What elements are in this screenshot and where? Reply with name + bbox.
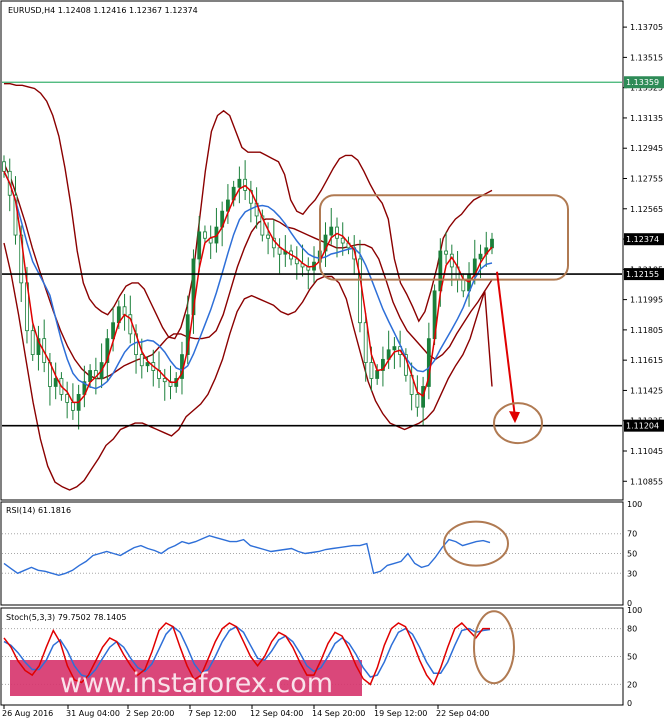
candle-body [478, 253, 483, 260]
candle-body [490, 238, 494, 249]
price-chart-title: EURUSD,H4 1.12408 1.12416 1.12367 1.1237… [8, 6, 198, 15]
stoch-axis-label: 20 [627, 680, 637, 689]
candle-body [53, 378, 58, 387]
price-axis: 1.137051.135151.133251.131351.129451.127… [623, 23, 664, 486]
candle-body [122, 306, 127, 316]
x-axis-label: 2 Sep 20:00 [126, 709, 174, 718]
x-axis-label: 19 Sep 12:00 [374, 709, 427, 718]
stoch-title: Stoch(5,3,3) 79.7502 78.1405 [6, 613, 126, 622]
watermark: www.instaforex.com [60, 668, 333, 699]
x-axis-label: 22 Sep 04:00 [436, 709, 489, 718]
price-tag-label-resistance: 1.13359 [626, 78, 659, 87]
rsi-axis-label: 100 [627, 500, 642, 509]
candle-body [2, 161, 6, 172]
candle-body [162, 378, 167, 383]
price-pane: EURUSD,H4 1.12408 1.12416 1.12367 1.1237… [0, 0, 624, 501]
x-axis-label: 14 Sep 20:00 [312, 709, 365, 718]
candle-body [145, 362, 150, 367]
candle-body [415, 394, 420, 408]
candle-body [139, 354, 144, 367]
candle-body [375, 370, 380, 379]
price-axis-label: 1.13135 [630, 114, 663, 123]
rsi-axis-label: 30 [627, 569, 637, 578]
candle-body [266, 234, 270, 239]
stoch-axis-label: 80 [627, 625, 637, 634]
price-tag-label-current: 1.12374 [626, 235, 659, 244]
candle-body [369, 362, 374, 379]
x-axis: 26 Aug 2016 31 Aug 04:00 2 Sep 20:00 7 Sep … [2, 705, 489, 718]
stoch-axis-label: 100 [627, 606, 642, 615]
price-tag-label-support-lower: 1.11204 [626, 422, 659, 431]
price-axis-label: 1.11615 [630, 356, 663, 365]
stoch-axis: 100 80 50 20 0 [627, 606, 642, 708]
stoch-axis-label: 50 [627, 653, 637, 662]
candle-body [88, 370, 93, 383]
candle-body [65, 394, 70, 403]
rsi-axis: 1007050300 [627, 500, 642, 608]
price-tag-label-support-upper: 1.12155 [626, 270, 659, 279]
stoch-pane: Stoch(5,3,3) 79.7502 78.1405 www.instafo… [0, 607, 624, 706]
candle-body [363, 322, 368, 363]
candle-body [444, 250, 448, 255]
candle-body [203, 231, 207, 239]
x-axis-label: 7 Sep 12:00 [188, 709, 236, 718]
price-axis-label: 1.11045 [630, 447, 663, 456]
price-axis-label: 1.13705 [630, 23, 663, 32]
x-axis-label: 31 Aug 04:00 [66, 709, 120, 718]
price-axis-label: 1.12565 [630, 205, 663, 214]
candle-body [237, 178, 242, 188]
candle-body [70, 401, 75, 411]
rsi-axis-label: 70 [627, 530, 637, 539]
candle-body [340, 237, 345, 244]
rsi-axis-label: 50 [627, 550, 637, 559]
price-axis-label: 1.12945 [630, 144, 663, 153]
price-axis-label: 1.11995 [630, 296, 663, 305]
price-axis-label: 1.10855 [630, 477, 663, 486]
price-axis-label: 1.12755 [630, 174, 663, 183]
rsi-title: RSI(14) 61.1816 [6, 506, 71, 515]
stoch-axis-label: 0 [627, 699, 632, 708]
chart-root: EURUSD,H4 1.12408 1.12416 1.12367 1.1237… [0, 0, 664, 718]
candle-body [392, 346, 397, 351]
candle-body [277, 247, 282, 255]
candle-body [30, 330, 35, 355]
x-axis-label: 12 Sep 04:00 [250, 709, 303, 718]
price-axis-label: 1.13515 [630, 53, 663, 62]
price-axis-label: 1.11805 [630, 326, 663, 335]
candle-body [461, 279, 466, 292]
price-axis-label: 1.11425 [630, 386, 663, 395]
candle-body [197, 231, 202, 260]
candle-body [329, 226, 334, 236]
rsi-pane: RSI(14) 61.1816 [0, 501, 624, 606]
x-axis-label: 26 Aug 2016 [2, 709, 53, 718]
